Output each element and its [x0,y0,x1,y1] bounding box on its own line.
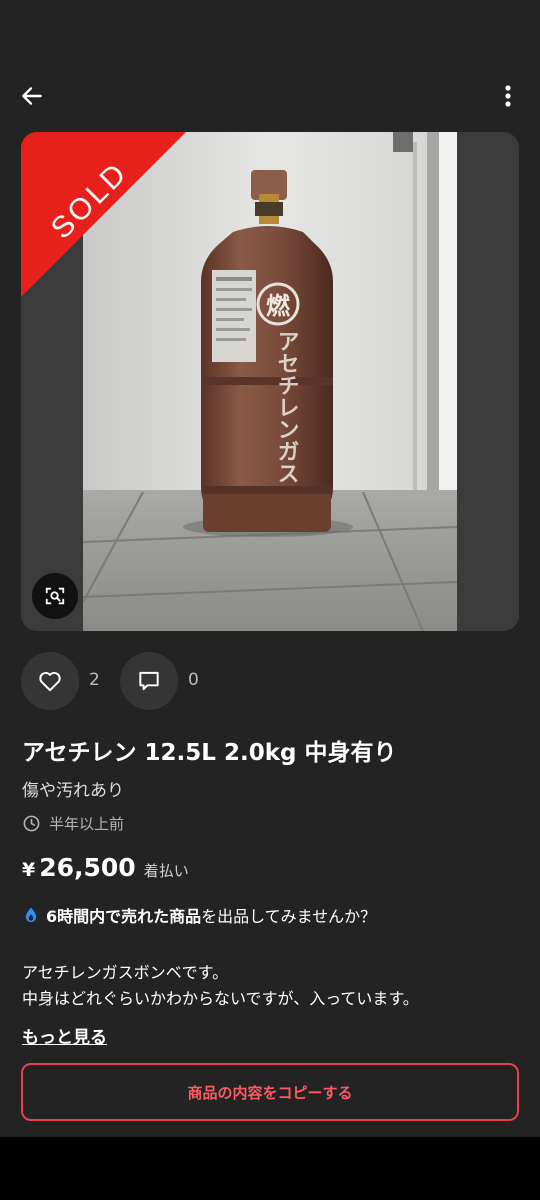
more-options-button[interactable] [488,76,528,116]
comment-button[interactable] [120,652,178,710]
clock-icon [23,815,40,831]
like-button[interactable] [21,652,79,710]
comment-icon [139,671,159,691]
more-vertical-icon [505,85,511,107]
see-more-link[interactable]: もっと見る [22,1023,107,1048]
description-line-1: アセチレンガスボンベです。 [22,963,229,982]
copy-item-button[interactable]: 商品の内容をコピーする [21,1063,519,1121]
arrow-left-icon [22,87,42,105]
item-title: アセチレン 12.5L 2.0kg 中身有り [22,740,397,766]
promo-text: を出品してみませんか？ [201,907,377,926]
item-condition: 傷や汚れあり [22,781,124,801]
price-amount: 26,500 [39,853,136,882]
app-bar [0,60,540,130]
image-search-icon [45,587,65,605]
price: ¥ 26,500 着払い [22,853,189,882]
copy-item-label: 商品の内容をコピーする [187,1083,353,1102]
heart-icon [39,672,61,692]
sell-promo-link[interactable]: 6時間内で売れた商品 を出品してみませんか？ [22,903,376,927]
screen: 燃 アセチレンガス SOLD 2 0 アセチレン 12.5L 2.0kg 中身有… [0,0,540,1137]
cylinder-mark-text: 燃 [266,292,291,320]
comment-count: 0 [188,670,199,690]
image-search-button[interactable] [32,573,78,619]
posted-time: 半年以上前 [22,812,124,834]
posted-time-text: 半年以上前 [49,814,125,833]
fire-drop-icon [25,907,37,923]
item-description: アセチレンガスボンベです。 中身はどれぐらいかわからないですが、入っています。 [22,960,419,1012]
sold-ribbon-triangle [21,132,186,297]
like-count: 2 [89,670,100,690]
item-actions: 2 0 [21,652,519,710]
cylinder-vertical-text: アセチレンガス [274,330,299,484]
shipping-method: 着払い [143,862,189,880]
system-navigation-bar [0,1137,540,1200]
currency-symbol: ¥ [22,859,36,881]
promo-bold-text: 6時間内で売れた商品 [46,907,202,926]
back-button[interactable] [12,76,52,116]
description-line-2: 中身はどれぐらいかわからないですが、入っています。 [22,989,419,1008]
sold-ribbon: SOLD [21,132,191,302]
photo-padding-right [457,132,519,631]
item-photo-card[interactable]: 燃 アセチレンガス SOLD [21,132,519,631]
